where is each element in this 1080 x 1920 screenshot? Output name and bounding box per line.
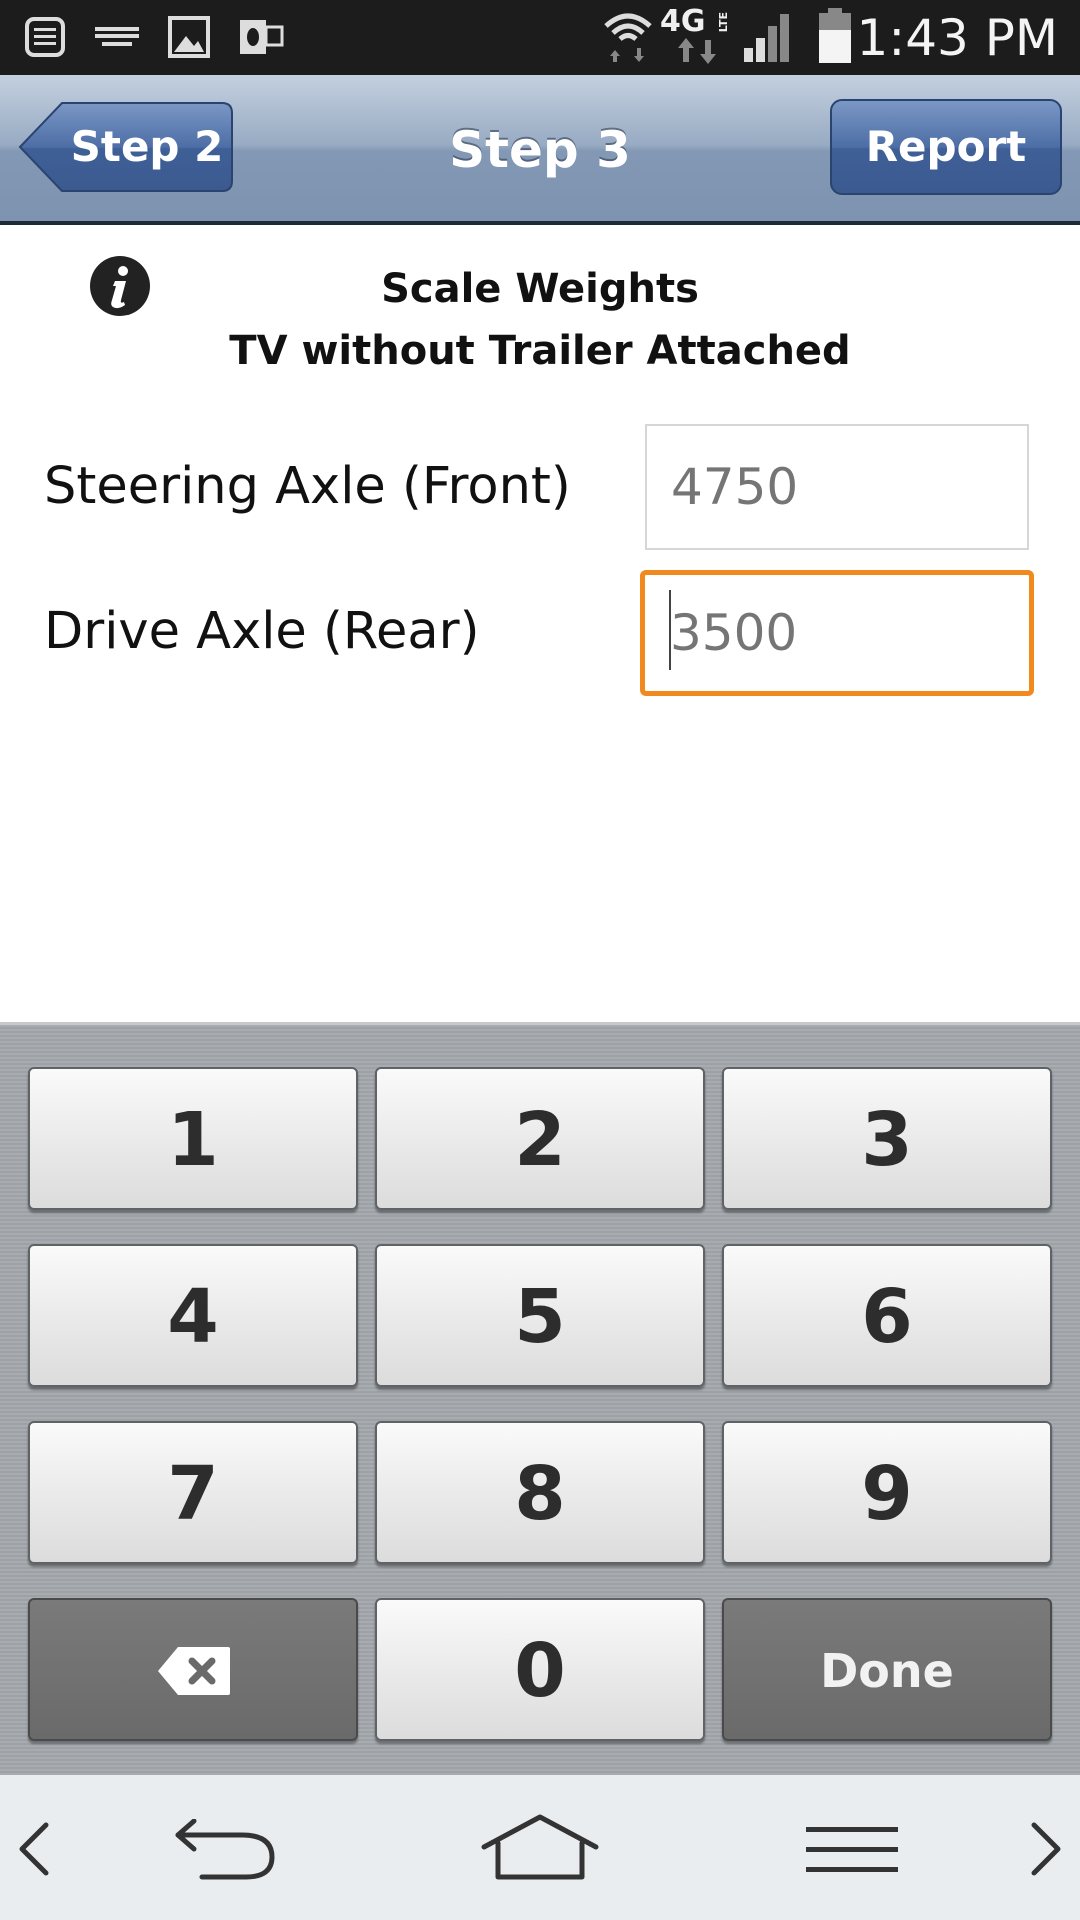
key-2[interactable]: 2 [375,1067,705,1210]
clock: 1:43 PM [856,9,1058,67]
section-heading: Scale Weights TV without Trailer Attache… [190,258,890,382]
key-9[interactable]: 9 [722,1421,1052,1564]
heading-title: Scale Weights [381,266,699,312]
key-8[interactable]: 8 [375,1421,705,1564]
signal-icon [744,14,789,62]
battery-icon [819,8,851,63]
key-5[interactable]: 5 [375,1244,705,1387]
keyboard-icon [95,27,139,46]
system-navigation-bar [0,1775,1080,1920]
key-1[interactable]: 1 [28,1067,358,1210]
network-subtype: LTE [717,12,730,33]
scroll-left-icon[interactable] [14,1819,54,1879]
wifi-icon [604,13,652,62]
gallery-icon [168,16,210,58]
network-type: 4G [660,4,706,39]
key-0[interactable]: 0 [375,1598,705,1741]
key-6[interactable]: 6 [722,1244,1052,1387]
data-arrows-icon [678,38,716,64]
back-button-label: Step 2 [70,122,224,171]
drive-axle-field[interactable] [640,570,1034,696]
home-icon[interactable] [480,1813,600,1883]
drive-axle-input[interactable] [640,570,1034,696]
menu-icon[interactable] [804,1825,900,1875]
scroll-right-icon[interactable] [1026,1819,1066,1879]
key-4[interactable]: 4 [28,1244,358,1387]
done-key[interactable]: Done [722,1598,1052,1741]
report-button[interactable]: Report [830,99,1062,195]
text-caret [669,590,671,670]
steering-axle-input[interactable] [645,424,1029,550]
back-nav-icon[interactable] [172,1819,282,1883]
drive-axle-label: Drive Axle (Rear) [44,602,480,661]
back-button[interactable]: Step 2 [18,101,234,193]
key-3[interactable]: 3 [722,1067,1052,1210]
navigation-bar: Step 2 Step 3 Report [0,75,1080,225]
notification-list-icon [25,17,65,57]
status-bar: 4G LTE 1:43 PM [0,0,1080,75]
key-7[interactable]: 7 [28,1421,358,1564]
backspace-icon [158,1647,230,1695]
outlook-icon [240,20,284,54]
page-title: Step 3 [449,121,631,179]
info-icon[interactable] [88,254,152,318]
backspace-key[interactable] [28,1598,358,1741]
numeric-keypad: 1 2 3 4 5 6 7 8 9 0 Done [0,1022,1080,1775]
steering-axle-label: Steering Axle (Front) [44,457,571,516]
heading-subtitle: TV without Trailer Attached [229,328,851,374]
